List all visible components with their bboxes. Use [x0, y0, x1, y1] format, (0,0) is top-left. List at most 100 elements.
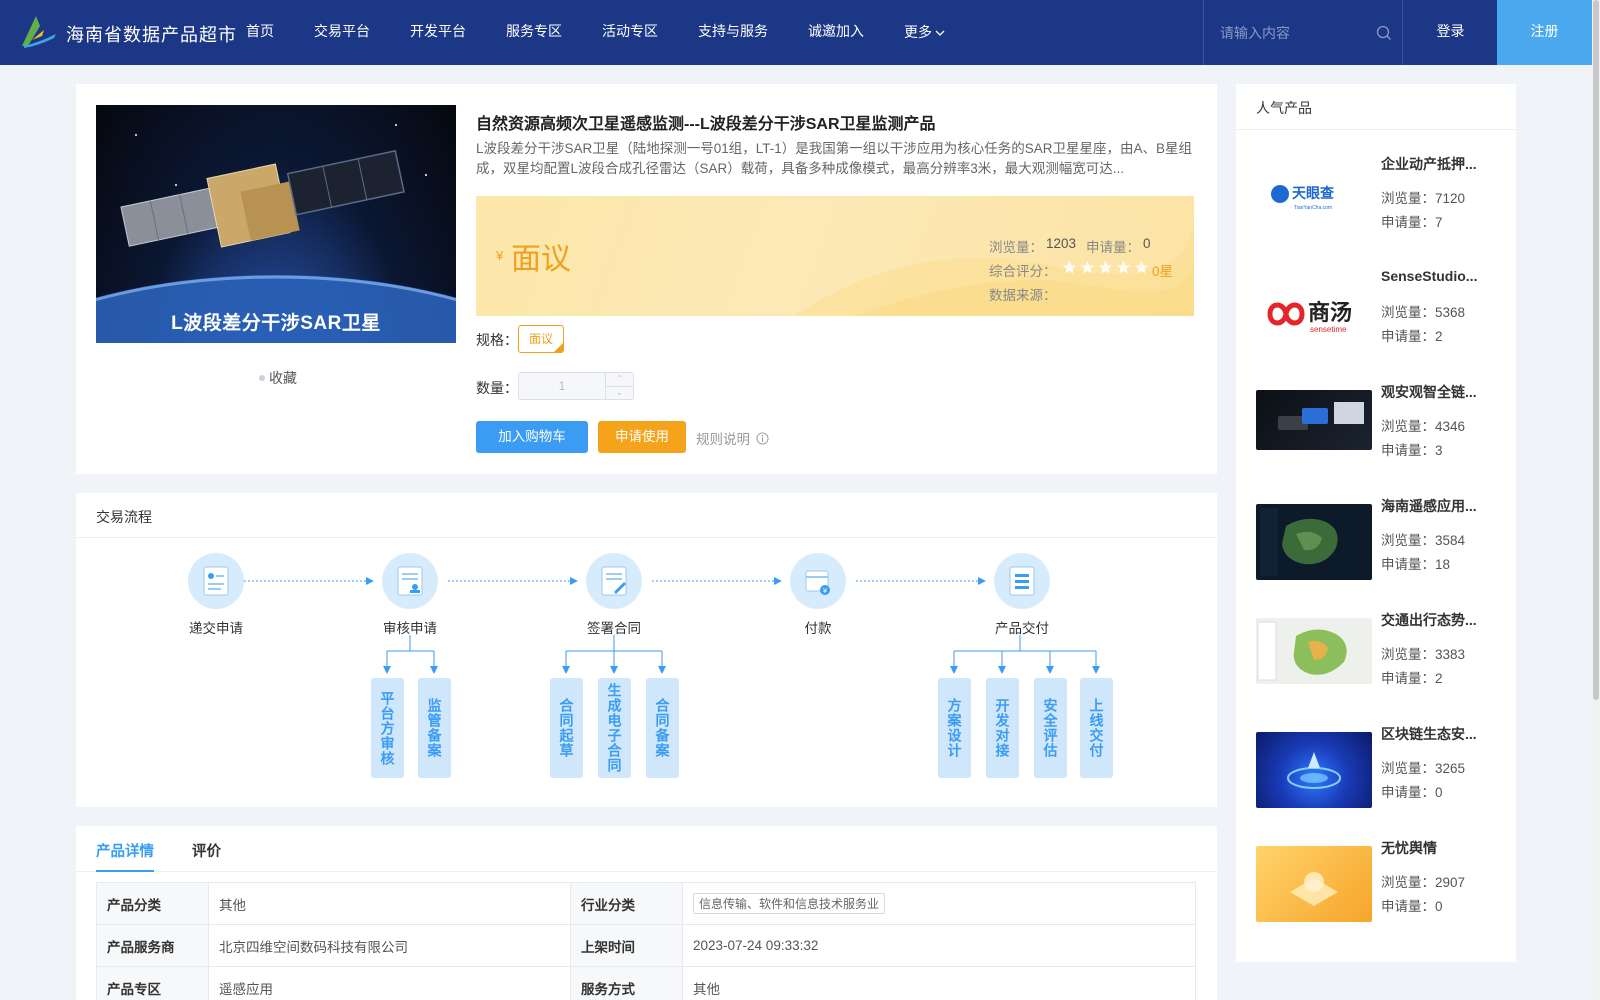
quantity-stepper[interactable]: 1 ⌃ ⌄ [518, 372, 634, 400]
popular-item-applications: 申请量：7 [1381, 215, 1443, 230]
table-value: 遥感应用 [208, 966, 571, 1000]
site-logo-icon[interactable] [18, 12, 58, 52]
product-summary-panel: L波段差分干涉SAR卫星 收藏 自然资源高频次卫星遥感监测---L波段差分干涉S… [76, 84, 1217, 474]
product-thumbnail [1256, 618, 1372, 684]
favorite-button[interactable]: 收藏 [259, 368, 297, 388]
product-image: L波段差分干涉SAR卫星 [96, 105, 456, 343]
nav-home[interactable]: 首页 [226, 0, 294, 65]
quantity-label: 数量： [476, 380, 518, 396]
quantity-value: 1 [558, 379, 566, 393]
logo-subtext: TianYanCha.com [1294, 205, 1332, 211]
product-thumbnail [1256, 846, 1372, 922]
delivery-icon [994, 553, 1050, 609]
popular-item[interactable]: 商汤 sensetime SenseStudio... 浏览量：5368 申请量… [1256, 268, 1506, 368]
substep-go-live: 上线交付 [1080, 678, 1113, 778]
table-row: 产品专区 遥感应用 服务方式 其他 [96, 966, 1196, 1000]
nav-service-zone[interactable]: 服务专区 [486, 0, 582, 65]
rating-label: 综合评分： [989, 264, 1057, 279]
table-value: 信息传输、软件和信息技术服务业 [682, 882, 1196, 925]
star-icon [1098, 260, 1113, 274]
popular-item-applications: 申请量：3 [1381, 443, 1443, 458]
star-outline-icon [259, 375, 265, 381]
popular-item-name: 交通出行态势... [1381, 612, 1477, 628]
popular-item-name: 观安观智全链... [1381, 384, 1477, 400]
process-flow: 递交申请 审核申请 签署合同 ¥ 付款 产品交付 平台方审核 监管备案 合同起草… [76, 538, 1217, 807]
svg-text:¥: ¥ [823, 587, 828, 595]
popular-item-views: 浏览量：3265 [1381, 761, 1466, 776]
substep-platform-review: 平台方审核 [371, 678, 404, 778]
table-key: 上架时间 [570, 924, 683, 967]
popular-item-name: SenseStudio... [1381, 268, 1478, 284]
price-value: 面议 [511, 243, 571, 276]
search-box [1203, 0, 1403, 65]
search-input[interactable] [1220, 22, 1370, 44]
login-button[interactable]: 登录 [1404, 0, 1497, 65]
site-title[interactable]: 海南省数据产品超市 [66, 21, 237, 47]
process-header: 交易流程 [76, 493, 1217, 538]
table-value: 其他 [682, 966, 1196, 1000]
views-label: 浏览量： [989, 240, 1043, 255]
main-nav: 首页 交易平台 开发平台 服务专区 活动专区 支持与服务 诚邀加入 更多 [226, 0, 965, 65]
popular-item-name: 企业动产抵押... [1381, 156, 1477, 172]
substep-security-assessment: 安全评估 [1034, 678, 1067, 778]
scrollbar[interactable] [1592, 0, 1600, 1000]
transaction-process-panel: 交易流程 递交申请 审核申请 签署合同 ¥ 付款 产品交付 平台方审核 监管备案… [76, 493, 1217, 807]
popular-item[interactable]: 天眼查 TianYanCha.com 企业动产抵押... 浏览量：7120 申请… [1256, 154, 1506, 254]
table-row: 产品服务商 北京四维空间数码科技有限公司 上架时间 2023-07-24 09:… [96, 924, 1196, 967]
add-to-cart-button[interactable]: 加入购物车 [476, 421, 588, 453]
product-thumbnail [1256, 390, 1372, 450]
price-box: ¥ 面议 浏览量： 1203 申请量： 0 综合评分： 0星 数据来源： [476, 196, 1194, 316]
popular-item[interactable]: 观安观智全链... 浏览量：4346 申请量：3 [1256, 382, 1506, 482]
nav-dev-platform[interactable]: 开发平台 [390, 0, 486, 65]
nav-more-label: 更多 [904, 24, 932, 40]
step-review: 审核申请 [370, 553, 450, 637]
nav-more[interactable]: 更多 [884, 0, 965, 65]
popular-item[interactable]: 交通出行态势... 浏览量：3383 申请量：2 [1256, 610, 1506, 710]
quantity-arrows: ⌃ ⌄ [605, 373, 633, 399]
substep-contract-draft: 合同起草 [550, 678, 583, 778]
popular-item[interactable]: 无忧舆情 浏览量：2907 申请量：0 [1256, 838, 1506, 938]
table-row: 产品分类 其他 行业分类 信息传输、软件和信息技术服务业 [96, 882, 1196, 925]
popular-item-name: 无忧舆情 [1381, 840, 1437, 856]
spec-label: 规格： [476, 332, 518, 348]
popular-item[interactable]: 海南遥感应用... 浏览量：3584 申请量：18 [1256, 496, 1506, 596]
search-icon[interactable] [1376, 25, 1392, 41]
nav-activity-zone[interactable]: 活动专区 [582, 0, 678, 65]
rating-stars [1062, 260, 1149, 275]
price-currency: ¥ [496, 248, 504, 263]
step-label: 审核申请 [383, 621, 437, 636]
process-title: 交易流程 [96, 509, 152, 525]
product-details-panel: 产品详情 评价 产品分类 其他 行业分类 信息传输、软件和信息技术服务业 产品服… [76, 826, 1217, 1000]
substep-regulatory-filing: 监管备案 [418, 678, 451, 778]
approval-icon [382, 553, 438, 609]
popular-header: 人气产品 [1236, 84, 1516, 130]
popular-item-views: 浏览量：3383 [1381, 647, 1466, 662]
scrollbar-thumb[interactable] [1593, 0, 1599, 700]
tab-reviews[interactable]: 评价 [192, 840, 221, 872]
spec-option-label: 面议 [528, 332, 553, 346]
nav-support[interactable]: 支持与服务 [678, 0, 788, 65]
step-label: 付款 [804, 621, 832, 636]
chevron-down-icon[interactable]: ⌄ [606, 386, 633, 399]
chevron-down-icon [935, 30, 945, 36]
register-button[interactable]: 注册 [1497, 0, 1592, 65]
step-label: 递交申请 [189, 621, 243, 636]
rules-link[interactable]: 规则说明 [696, 428, 769, 448]
table-key: 产品专区 [96, 966, 209, 1000]
step-label: 签署合同 [587, 621, 641, 636]
popular-title: 人气产品 [1256, 100, 1312, 116]
step-payment: ¥ 付款 [778, 553, 858, 637]
tab-product-details[interactable]: 产品详情 [96, 840, 154, 872]
spec-option-negotiable[interactable]: 面议 [518, 325, 564, 353]
popular-item[interactable]: 区块链生态安... 浏览量：3265 申请量：0 [1256, 724, 1506, 824]
substep-e-contract: 生成电子合同 [598, 678, 631, 778]
apply-button[interactable]: 申请使用 [598, 421, 686, 453]
contract-icon [586, 553, 642, 609]
chevron-up-icon[interactable]: ⌃ [606, 373, 633, 386]
table-key: 产品服务商 [96, 924, 209, 967]
nav-trading-platform[interactable]: 交易平台 [294, 0, 390, 65]
substep-solution-design: 方案设计 [938, 678, 971, 778]
nav-join-us[interactable]: 诚邀加入 [788, 0, 884, 65]
popular-item-applications: 申请量：2 [1381, 329, 1443, 344]
details-table: 产品分类 其他 行业分类 信息传输、软件和信息技术服务业 产品服务商 北京四维空… [96, 882, 1196, 1000]
